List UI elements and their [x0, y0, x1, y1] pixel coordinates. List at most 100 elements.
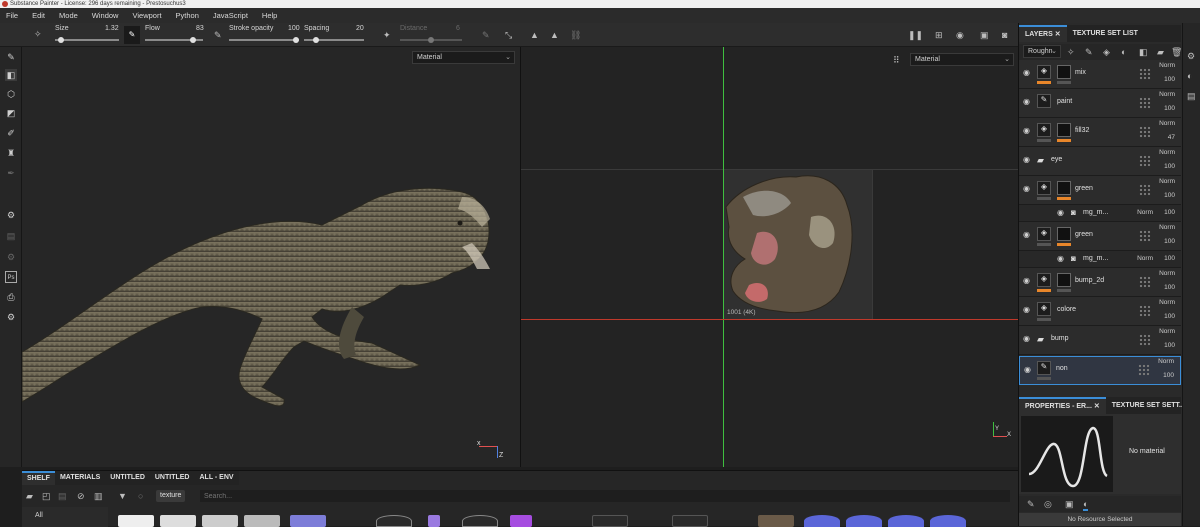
- layer-row[interactable]: ◉ ◈ colore Norm 100: [1019, 297, 1181, 326]
- brush-icon[interactable]: ✎: [1027, 499, 1035, 509]
- layer-opacity[interactable]: 100: [1164, 209, 1175, 216]
- size-value[interactable]: 1.32: [105, 25, 119, 32]
- flow-slider[interactable]: [145, 37, 203, 43]
- add-paint-layer-icon[interactable]: ✎: [1085, 47, 1093, 57]
- shelf-thumbnail[interactable]: [672, 515, 708, 527]
- pause-icon[interactable]: ❚❚: [908, 30, 923, 40]
- shelf-thumbnail[interactable]: [930, 515, 966, 527]
- layer-name[interactable]: paint: [1057, 98, 1072, 105]
- shelf-search-input[interactable]: [200, 490, 1010, 502]
- layer-name[interactable]: bump: [1051, 335, 1069, 342]
- stencil-icon[interactable]: ▣: [1065, 499, 1074, 509]
- brush-alpha-preview[interactable]: [1021, 416, 1113, 492]
- layer-row-selected[interactable]: ◉ ✎ non Norm 100: [1019, 356, 1181, 385]
- eye-icon[interactable]: ◉: [1023, 98, 1032, 106]
- size-slider[interactable]: [55, 37, 119, 43]
- menu-file[interactable]: File: [6, 11, 18, 20]
- menu-python[interactable]: Python: [176, 11, 199, 20]
- tab-shelf[interactable]: SHELF: [22, 471, 55, 485]
- channel-grid-icon[interactable]: [1138, 364, 1150, 376]
- tab-untitled-1[interactable]: UNTITLED: [105, 471, 150, 485]
- shelf-thumbnail[interactable]: [804, 515, 840, 527]
- menu-viewport[interactable]: Viewport: [132, 11, 161, 20]
- channel-grid-icon[interactable]: [1139, 276, 1151, 288]
- channel-grid-icon[interactable]: [1139, 155, 1151, 167]
- viewport-3d[interactable]: Material ⌄ x Z: [22, 47, 520, 467]
- size-slider-knob[interactable]: [58, 37, 65, 43]
- spacing-slider-knob[interactable]: [313, 37, 319, 43]
- layer-opacity[interactable]: 100: [1164, 163, 1175, 170]
- render-icon[interactable]: ▣: [980, 30, 989, 40]
- stroke-opacity-value[interactable]: 100: [288, 25, 300, 32]
- shelf-thumbnail[interactable]: [428, 515, 440, 527]
- layer-opacity[interactable]: 100: [1164, 238, 1175, 245]
- tab-all-env[interactable]: ALL - ENV: [194, 471, 238, 485]
- close-icon[interactable]: ✕: [1094, 403, 1100, 410]
- layer-row[interactable]: ◉ ◈ fill32 Norm 47: [1019, 118, 1181, 147]
- layer-opacity[interactable]: 100: [1164, 342, 1175, 349]
- plugins-icon[interactable]: ⚙: [5, 311, 17, 323]
- assets-icon[interactable]: ⚙: [1187, 51, 1195, 61]
- shelf-thumbnail[interactable]: [376, 515, 412, 527]
- clone-stamp-icon[interactable]: ♜: [5, 147, 17, 159]
- layer-row[interactable]: ◉ ▰ bump Norm 100: [1019, 326, 1181, 355]
- lazy-mouse-icon[interactable]: ✦: [383, 30, 391, 40]
- eye-icon[interactable]: ◉: [1023, 185, 1032, 193]
- channel-grid-icon[interactable]: [1139, 126, 1151, 138]
- blend-mode[interactable]: Norm: [1158, 358, 1174, 365]
- blend-mode[interactable]: Norm: [1159, 328, 1175, 335]
- tiling-icon[interactable]: ▲: [550, 30, 559, 40]
- bake-icon[interactable]: ⚙: [5, 209, 17, 221]
- stroke-opacity-slider-knob[interactable]: [293, 37, 299, 43]
- layer-name[interactable]: mg_m...: [1083, 255, 1108, 262]
- tab-texture-set-settings[interactable]: TEXTURE SET SETT...: [1106, 397, 1191, 414]
- eye-icon[interactable]: ◉: [1057, 209, 1066, 217]
- blend-mode[interactable]: Norm: [1159, 149, 1175, 156]
- symmetry-icon[interactable]: ✧: [34, 29, 42, 39]
- color-picker-icon[interactable]: ✒: [5, 167, 17, 179]
- mask-thumbnail[interactable]: [1057, 65, 1071, 79]
- layer-name[interactable]: bump_2d: [1075, 277, 1104, 284]
- shelf-thumbnail[interactable]: [592, 515, 628, 527]
- filter-icon[interactable]: ▼: [118, 491, 127, 501]
- flow-slider-knob[interactable]: [190, 37, 197, 43]
- layer-row[interactable]: ◉ ◈ mix Norm 100: [1019, 60, 1181, 89]
- camera-align-icon[interactable]: ▲: [530, 30, 539, 40]
- blend-mode[interactable]: Norm: [1137, 255, 1153, 262]
- layer-name[interactable]: green: [1075, 231, 1093, 238]
- viewer-settings-icon[interactable]: ▤: [1187, 91, 1196, 101]
- eye-icon[interactable]: ◉: [1023, 335, 1032, 343]
- sub-layer-row[interactable]: ◉ ◙ mg_m... Norm 100: [1019, 251, 1181, 268]
- tab-untitled-2[interactable]: UNTITLED: [150, 471, 195, 485]
- link-icon[interactable]: ⛓: [570, 30, 581, 40]
- eye-icon[interactable]: ◉: [1023, 306, 1032, 314]
- shelf-thumbnail[interactable]: [118, 515, 154, 527]
- filter-tag[interactable]: texture: [156, 490, 186, 502]
- layer-opacity[interactable]: 100: [1164, 76, 1175, 83]
- tab-properties[interactable]: PROPERTIES - ER... ✕: [1019, 397, 1106, 414]
- eye-icon[interactable]: ◉: [1057, 255, 1066, 263]
- add-fill-layer-icon[interactable]: ◈: [1103, 47, 1110, 57]
- lazy-toggle-icon[interactable]: ✎: [482, 30, 490, 40]
- camera-icon[interactable]: ▤: [5, 230, 17, 242]
- import-icon[interactable]: ▤: [58, 491, 67, 501]
- blend-mode[interactable]: Norm: [1159, 224, 1175, 231]
- layer-opacity[interactable]: 47: [1168, 134, 1175, 141]
- shelf-thumbnail[interactable]: [244, 515, 280, 527]
- folder-icon[interactable]: ▰: [26, 491, 33, 501]
- display-settings-icon[interactable]: ◐: [1187, 71, 1192, 81]
- close-icon[interactable]: ✕: [1055, 31, 1061, 38]
- add-mask-fill-icon[interactable]: ◧: [1139, 47, 1148, 57]
- layer-row[interactable]: ◉ ◈ bump_2d Norm 100: [1019, 268, 1181, 297]
- shelf-thumbnail[interactable]: [510, 515, 532, 527]
- channel-grid-icon[interactable]: [1139, 334, 1151, 346]
- layer-opacity[interactable]: 100: [1164, 105, 1175, 112]
- layer-opacity[interactable]: 100: [1164, 255, 1175, 262]
- channel-grid-icon[interactable]: [1139, 97, 1151, 109]
- uv-texture-island[interactable]: [521, 47, 1018, 467]
- export-icon[interactable]: ⎙: [5, 291, 17, 303]
- circle-filter-icon[interactable]: ○: [138, 491, 143, 501]
- layer-name[interactable]: eye: [1051, 156, 1062, 163]
- shelf-thumbnail[interactable]: [888, 515, 924, 527]
- blend-mode[interactable]: Norm: [1159, 178, 1175, 185]
